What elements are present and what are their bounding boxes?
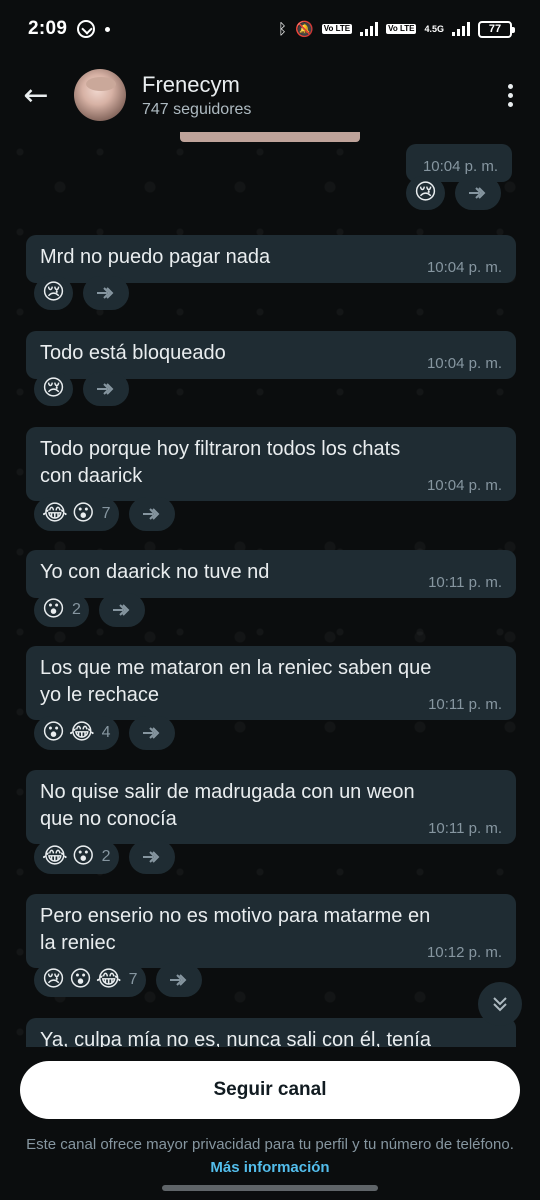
volte-badge-2: Vo LTE [386, 24, 417, 34]
message-time: 10:11 p. m. [428, 574, 502, 591]
forward-icon[interactable] [155, 963, 202, 997]
privacy-note: Este canal ofrece mayor privacidad para … [20, 1133, 520, 1179]
reaction-count: 4 [101, 724, 111, 741]
more-options-icon[interactable] [498, 77, 522, 113]
message-time: 10:04 p. m. [426, 477, 502, 494]
image-message-bottom[interactable] [180, 132, 360, 142]
privacy-text: Este canal ofrece mayor privacidad para … [26, 1136, 514, 1153]
reaction-pill[interactable]: 😢 😮 😂 7 [34, 963, 146, 997]
reaction-emoji: 😢 [42, 376, 65, 401]
reaction-count: 7 [128, 971, 138, 988]
message-reactions: 😮 😂 4 [34, 716, 175, 750]
forward-icon[interactable] [454, 176, 501, 210]
volte-badge: Vo LTE [321, 24, 353, 34]
follow-channel-button[interactable]: Seguir canal [20, 1061, 520, 1119]
reaction-emoji: 😢 [414, 180, 437, 205]
notification-dot-icon [105, 26, 111, 32]
message-bubble[interactable]: Pero enserio no es motivo para matarme e… [26, 894, 516, 968]
reaction-emoji: 😢 [42, 280, 65, 305]
reaction-emoji: 😂 [95, 967, 122, 992]
message-text: Mrd no puedo pagar nada [40, 246, 271, 268]
reaction-pill[interactable]: 😮 😂 4 [34, 716, 119, 750]
back-arrow-icon[interactable]: ← [18, 77, 54, 113]
reaction-count: 7 [101, 505, 111, 522]
message-time: 10:04 p. m. [426, 355, 502, 372]
reaction-emoji: 😂 [42, 844, 68, 869]
forward-icon[interactable] [82, 276, 129, 310]
reaction-pill[interactable]: 😢 [34, 372, 73, 406]
more-info-link[interactable]: Más información [210, 1159, 329, 1176]
reaction-emoji: 😮 [71, 844, 95, 869]
message-text: Los que me mataron en la reniec saben qu… [40, 657, 432, 706]
forward-icon[interactable] [128, 716, 175, 750]
reaction-count: 2 [71, 601, 81, 618]
forward-icon[interactable] [128, 497, 175, 531]
channel-info[interactable]: Frenecym 747 seguidores [142, 72, 251, 119]
message-list[interactable]: 10:04 p. m. 😢 Mrd no puedo pagar nada 10… [0, 132, 540, 1047]
reaction-emoji: 😢 [42, 967, 65, 992]
reaction-emoji: 😂 [68, 720, 95, 745]
bluetooth-icon: ᛒ [278, 20, 288, 38]
message-text: No quise salir de madrugada con un weon … [40, 781, 415, 830]
message-text: Yo con daarick no tuve nd [40, 561, 270, 583]
reaction-pill[interactable]: 😂 😮 7 [34, 497, 119, 531]
message-reactions: 😢 😮 😂 7 [34, 963, 202, 997]
home-indicator[interactable] [162, 1185, 378, 1191]
message-bubble[interactable]: Ya, culpa mía no es, nunca sali con él, … [26, 1018, 516, 1047]
channel-footer: Seguir canal Este canal ofrece mayor pri… [0, 1047, 540, 1200]
message-bubble[interactable]: Los que me mataron en la reniec saben qu… [26, 646, 516, 720]
reaction-pill[interactable]: 😂 😮 2 [34, 840, 119, 874]
follower-count: 747 seguidores [142, 100, 252, 118]
reaction-emoji: 😮 [42, 720, 65, 745]
channel-avatar[interactable] [74, 69, 126, 121]
reaction-pill[interactable]: 😮 2 [34, 593, 89, 627]
message-reactions: 😂 😮 7 [34, 497, 175, 531]
message-time: 10:04 p. m. [426, 259, 502, 276]
message-bubble[interactable]: Yo con daarick no tuve nd 10:11 p. m. [26, 550, 516, 598]
scroll-down-icon[interactable] [478, 982, 522, 1026]
reaction-emoji: 😮 [68, 967, 92, 992]
reaction-emoji: 😂 [42, 501, 68, 526]
channel-header: ← Frenecym 747 seguidores [0, 58, 540, 132]
message-reactions: 😢 [406, 176, 501, 210]
message-reactions: 😢 [34, 276, 129, 310]
message-time: 10:11 p. m. [428, 696, 502, 713]
reaction-pill[interactable]: 😢 [34, 276, 73, 310]
message-time: 10:11 p. m. [428, 820, 502, 837]
message-text: Pero enserio no es motivo para matarme e… [40, 905, 431, 954]
message-time: 10:04 p. m. [422, 158, 498, 175]
battery-level: 77 [488, 23, 502, 35]
network-type: 4.5G [424, 24, 444, 34]
whatsapp-icon [77, 20, 96, 38]
message-text: Todo porque hoy filtraron todos los chat… [40, 438, 401, 487]
message-text: Ya, culpa mía no es, nunca sali con él, … [40, 1029, 431, 1047]
forward-icon[interactable] [82, 372, 129, 406]
forward-icon[interactable] [98, 593, 145, 627]
mute-icon: 🔕 [295, 20, 314, 38]
message-time: 10:12 p. m. [426, 944, 502, 961]
status-time: 2:09 [28, 18, 68, 39]
forward-icon[interactable] [128, 840, 175, 874]
signal-icon [360, 22, 379, 36]
message-reactions: 😮 2 [34, 593, 145, 627]
message-text: Todo está bloqueado [40, 342, 226, 364]
status-icons: ᛒ 🔕 Vo LTE Vo LTE 4.5G 77 [278, 20, 515, 38]
reaction-emoji: 😮 [71, 501, 95, 526]
message-reactions: 😢 [34, 372, 129, 406]
reaction-emoji: 😮 [42, 597, 65, 622]
battery-icon: 77 [478, 20, 515, 38]
message-reactions: 😂 😮 2 [34, 840, 175, 874]
message-bubble[interactable]: Todo porque hoy filtraron todos los chat… [26, 427, 516, 501]
message-bubble[interactable]: No quise salir de madrugada con un weon … [26, 770, 516, 844]
signal-icon-2 [452, 22, 470, 36]
channel-name: Frenecym [142, 71, 240, 97]
status-bar: 2:09 ᛒ 🔕 Vo LTE Vo LTE 4.5G 77 [0, 0, 540, 58]
reaction-pill[interactable]: 😢 [406, 176, 445, 210]
reaction-count: 2 [101, 848, 111, 865]
